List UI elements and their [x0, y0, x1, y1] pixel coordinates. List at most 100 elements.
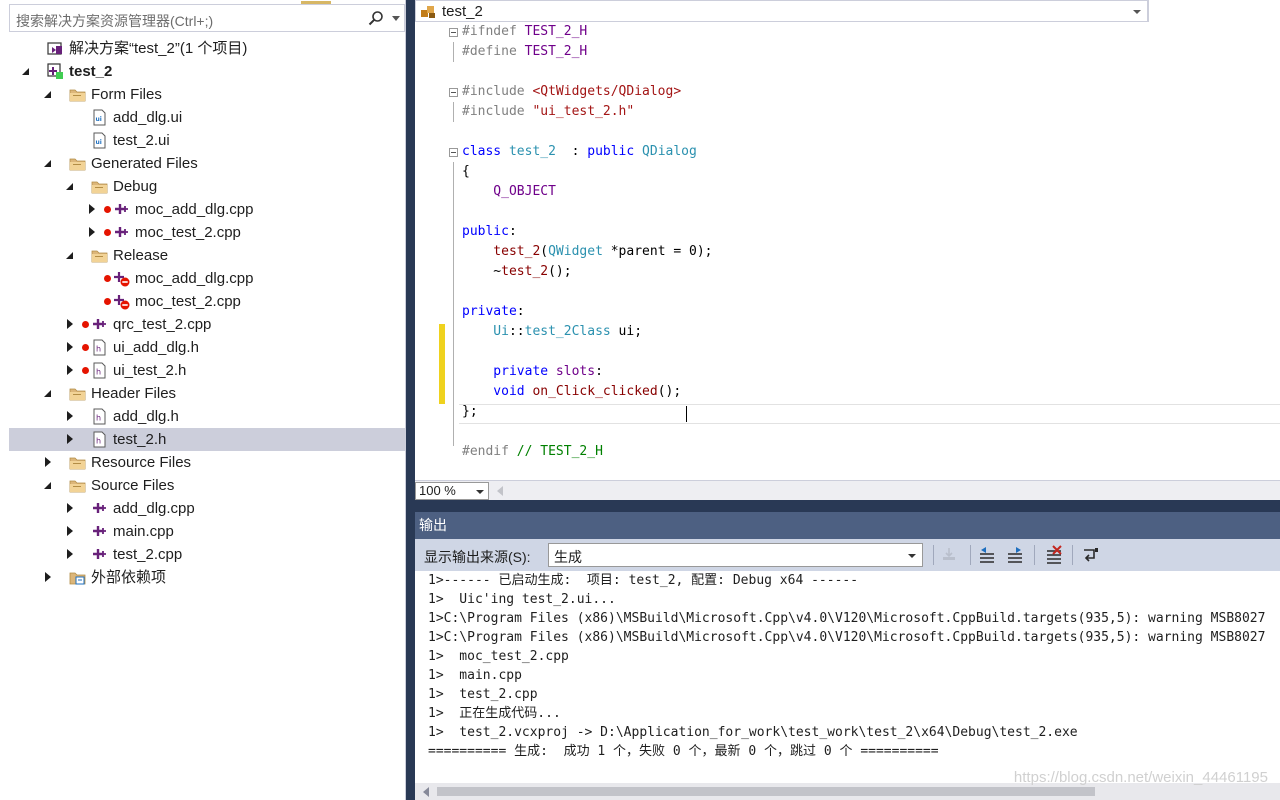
expand-arrow-icon[interactable] — [65, 543, 77, 566]
tree-item-label: Header Files — [91, 385, 177, 402]
tree-item-label: test_2.h — [113, 431, 167, 448]
cpp-excluded-file-icon — [114, 272, 130, 287]
expand-arrow-icon[interactable] — [65, 405, 77, 428]
clear-all-icon[interactable] — [1044, 545, 1064, 565]
scrollbar-thumb[interactable] — [437, 787, 1095, 796]
collapse-arrow-icon[interactable] — [43, 382, 55, 405]
fold-toggle[interactable] — [449, 148, 458, 157]
tree-item[interactable]: h ui_add_dlg.h — [9, 336, 405, 359]
tree-item[interactable]: moc_test_2.cpp — [9, 221, 405, 244]
pin-accent — [301, 1, 331, 4]
expand-arrow-icon[interactable] — [65, 497, 77, 520]
tree-item[interactable]: test_2.cpp — [9, 543, 405, 566]
code-token: #include — [462, 84, 533, 99]
tree-item[interactable]: Resource Files — [9, 451, 405, 474]
tree-item[interactable]: Generated Files — [9, 152, 405, 175]
output-source-dropdown[interactable]: 生成 — [548, 543, 923, 567]
excluded-marker-icon — [82, 321, 89, 328]
code-line: private slots: — [462, 362, 603, 382]
tree-item-label: test_2.cpp — [113, 546, 183, 563]
scope-dropdown[interactable]: test_2 — [415, 0, 1148, 22]
collapse-arrow-icon[interactable] — [21, 60, 33, 83]
output-line: 1> test_2.cpp — [428, 687, 538, 702]
expand-arrow-icon[interactable] — [65, 336, 77, 359]
expand-arrow-icon[interactable] — [43, 566, 55, 589]
collapse-arrow-icon[interactable] — [43, 83, 55, 106]
tree-item[interactable]: Debug — [9, 175, 405, 198]
tree-item[interactable]: h test_2.h — [9, 428, 405, 451]
code-line: Q_OBJECT — [462, 182, 556, 202]
cpp-file-icon — [115, 227, 128, 237]
tree-item[interactable]: Form Files — [9, 83, 405, 106]
fold-toggle[interactable] — [449, 88, 458, 97]
code-token: : — [595, 364, 603, 379]
solution-search-box[interactable]: 搜索解决方案资源管理器(Ctrl+;) — [9, 1, 405, 32]
previous-message-icon[interactable] — [977, 545, 997, 565]
expand-arrow-icon[interactable] — [43, 451, 55, 474]
tree-item-label: Release — [113, 247, 169, 264]
scroll-left-icon[interactable] — [497, 486, 503, 496]
search-options-chevron-icon[interactable] — [392, 16, 400, 21]
expand-arrow-icon[interactable] — [87, 198, 99, 221]
collapse-arrow-icon[interactable] — [43, 152, 55, 175]
excluded-marker-icon — [104, 298, 111, 305]
scroll-left-icon[interactable] — [423, 787, 429, 797]
expand-arrow-icon[interactable] — [65, 359, 77, 382]
tree-item[interactable]: h ui_test_2.h — [9, 359, 405, 382]
code-token: "ui_test_2.h" — [532, 104, 635, 119]
tree-item[interactable]: Release — [9, 244, 405, 267]
cpp-file-icon — [93, 503, 106, 513]
collapse-arrow-icon[interactable] — [43, 474, 55, 497]
tree-item[interactable]: h add_dlg.h — [9, 405, 405, 428]
toolbar-separator — [933, 545, 934, 565]
tree-item[interactable]: Source Files — [9, 474, 405, 497]
tree-item[interactable]: ui test_2.ui — [9, 129, 405, 152]
output-text[interactable]: 1>------ 已启动生成: 项目: test_2, 配置: Debug x6… — [415, 571, 1280, 783]
code-line: #ifndef TEST_2_H — [462, 22, 587, 42]
tree-item-label: moc_add_dlg.cpp — [135, 201, 254, 218]
word-wrap-icon[interactable] — [1081, 545, 1101, 565]
code-token: private — [462, 364, 556, 379]
code-token: }; — [462, 404, 478, 419]
tree-item[interactable]: moc_test_2.cpp — [9, 290, 405, 313]
toolbar-separator — [1034, 545, 1035, 565]
tree-item[interactable]: test_2 — [9, 60, 405, 83]
expand-arrow-icon[interactable] — [65, 428, 77, 451]
expand-arrow-icon[interactable] — [65, 313, 77, 336]
output-line: 1>C:\Program Files (x86)\MSBuild\Microso… — [428, 630, 1266, 645]
search-icon[interactable] — [368, 10, 384, 26]
expand-arrow-icon[interactable] — [65, 520, 77, 543]
tree-item[interactable]: moc_add_dlg.cpp — [9, 267, 405, 290]
tree-item[interactable]: add_dlg.cpp — [9, 497, 405, 520]
cpp-file-icon — [93, 526, 106, 536]
filter-folder-icon — [91, 250, 108, 263]
code-token: public — [587, 144, 643, 159]
solution-explorer: 搜索解决方案资源管理器(Ctrl+;) 解决方案“test_2”(1 个项目) t… — [0, 0, 406, 800]
tree-item-label: 外部依赖项 — [91, 569, 167, 586]
fold-guide — [453, 162, 454, 432]
tree-item[interactable]: 外部依赖项 — [9, 566, 405, 589]
tree-item-label: Generated Files — [91, 155, 198, 172]
tree-item-label: moc_test_2.cpp — [135, 224, 241, 241]
tree-item[interactable]: ui add_dlg.ui — [9, 106, 405, 129]
output-line: 1> moc_test_2.cpp — [428, 649, 569, 664]
svg-text:ui: ui — [96, 139, 102, 146]
tree-item[interactable]: qrc_test_2.cpp — [9, 313, 405, 336]
member-dropdown[interactable] — [1148, 0, 1280, 22]
collapse-arrow-icon[interactable] — [65, 175, 77, 198]
class-icon — [421, 6, 435, 18]
tree-item[interactable]: main.cpp — [9, 520, 405, 543]
collapse-arrow-icon[interactable] — [65, 244, 77, 267]
find-message-icon[interactable] — [939, 545, 959, 565]
fold-toggle[interactable] — [449, 28, 458, 37]
code-area[interactable]: #ifndef TEST_2_H #define TEST_2_H #include… — [415, 22, 1280, 480]
code-editor: test_2 #ifndef TEST_2_H #define TEST_2_H #… — [415, 0, 1280, 500]
output-line: 1> Uic'ing test_2.ui... — [428, 592, 616, 607]
tree-item[interactable]: moc_add_dlg.cpp — [9, 198, 405, 221]
tree-item-label: add_dlg.cpp — [113, 500, 195, 517]
zoom-dropdown[interactable]: 100 % — [415, 482, 489, 500]
expand-arrow-icon[interactable] — [87, 221, 99, 244]
next-message-icon[interactable] — [1005, 545, 1025, 565]
tree-item[interactable]: 解决方案“test_2”(1 个项目) — [9, 37, 405, 60]
tree-item[interactable]: Header Files — [9, 382, 405, 405]
